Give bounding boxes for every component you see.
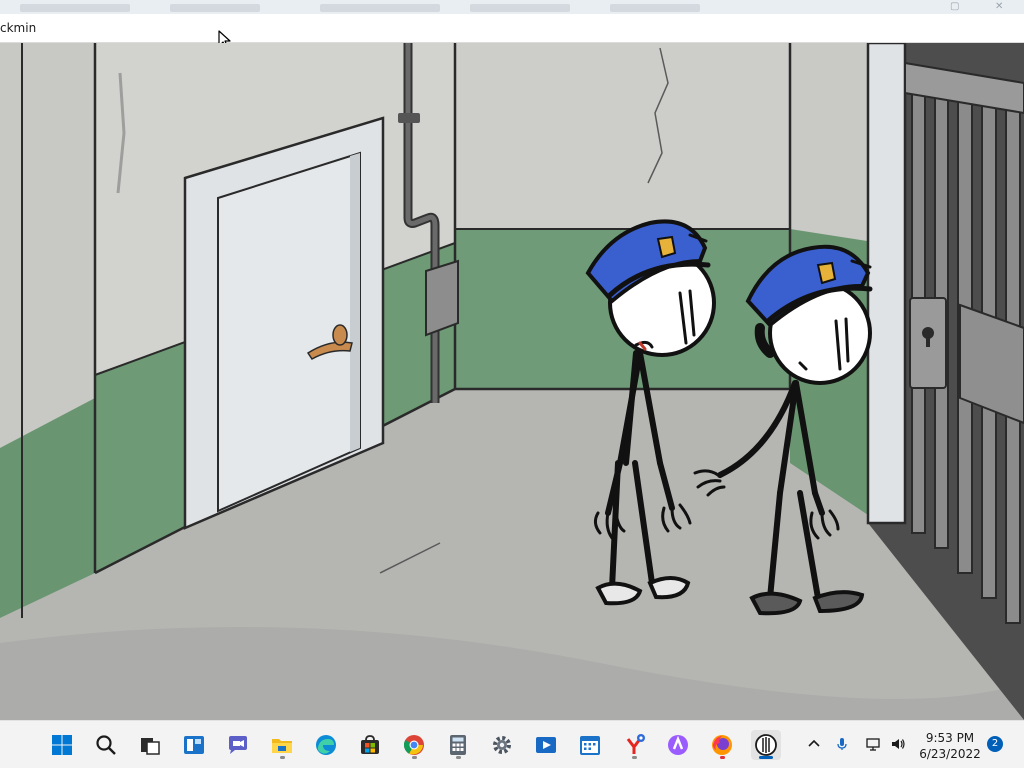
maximize-icon[interactable]: ▢	[950, 1, 959, 12]
assistant-icon	[668, 735, 688, 755]
pipe-clamp	[398, 113, 420, 123]
store-button[interactable]	[355, 730, 385, 760]
start-button[interactable]	[47, 730, 77, 760]
background-tab[interactable]	[170, 4, 260, 12]
clock-date: 6/23/2022	[919, 747, 981, 761]
edge-button[interactable]	[311, 730, 341, 760]
chat-button[interactable]	[223, 730, 253, 760]
stickman-app-icon	[755, 734, 777, 756]
microphone-icon	[837, 738, 847, 750]
cell-door-frame	[866, 43, 907, 525]
close-icon[interactable]: ✕	[995, 1, 1003, 12]
volume-icon	[892, 739, 905, 749]
firefox-button[interactable]	[707, 730, 737, 760]
door-edge	[350, 153, 360, 452]
widgets-button[interactable]	[179, 730, 209, 760]
yandex-icon	[626, 734, 645, 754]
task-view-icon	[141, 738, 160, 755]
taskbar-clock[interactable]: 9:53 PM 6/23/2022	[918, 730, 982, 762]
window-title-bar[interactable]: ckmin	[0, 14, 1024, 43]
windows-logo-icon	[52, 735, 72, 755]
taskbar: 9:53 PM 6/23/2022	[0, 720, 1024, 768]
edge-icon	[316, 735, 336, 755]
show-hidden-icons-button[interactable]	[803, 733, 825, 755]
background-tab[interactable]	[470, 4, 570, 12]
calendar-button[interactable]	[575, 730, 605, 760]
microphone-button[interactable]	[831, 733, 853, 755]
game-scene[interactable]	[0, 43, 1024, 720]
network-button[interactable]	[862, 733, 884, 755]
game-viewport[interactable]	[0, 43, 1024, 720]
chevron-up-icon	[808, 739, 820, 747]
background-tab[interactable]	[20, 4, 130, 12]
store-icon	[361, 735, 379, 754]
notification-badge[interactable]: 2	[987, 736, 1003, 752]
chat-icon	[229, 736, 247, 754]
network-icon	[866, 738, 880, 751]
chrome-icon	[403, 735, 424, 755]
calculator-icon	[450, 735, 466, 755]
task-view-button[interactable]	[135, 730, 165, 760]
settings-button[interactable]	[487, 730, 517, 760]
video-icon	[536, 737, 556, 753]
background-tab[interactable]	[610, 4, 700, 12]
chrome-button[interactable]	[399, 730, 429, 760]
calendar-icon	[580, 736, 600, 755]
gear-icon	[493, 736, 511, 754]
calculator-button[interactable]	[443, 730, 473, 760]
search-icon	[96, 735, 116, 755]
background-tab[interactable]	[320, 4, 440, 12]
firefox-icon	[712, 735, 732, 755]
clock-time: 9:53 PM	[925, 731, 975, 745]
junction-box	[425, 259, 459, 337]
widgets-icon	[184, 736, 204, 754]
yandex-button[interactable]	[619, 730, 649, 760]
background-tab-strip: ▢ ✕	[0, 0, 1024, 14]
volume-button[interactable]	[887, 733, 909, 755]
folder-icon	[272, 739, 292, 753]
file-explorer-button[interactable]	[267, 730, 297, 760]
alice-button[interactable]	[663, 730, 693, 760]
search-button[interactable]	[91, 730, 121, 760]
movies-tv-button[interactable]	[531, 730, 561, 760]
window-title: ckmin	[0, 21, 37, 35]
game-app-button[interactable]	[751, 730, 781, 760]
